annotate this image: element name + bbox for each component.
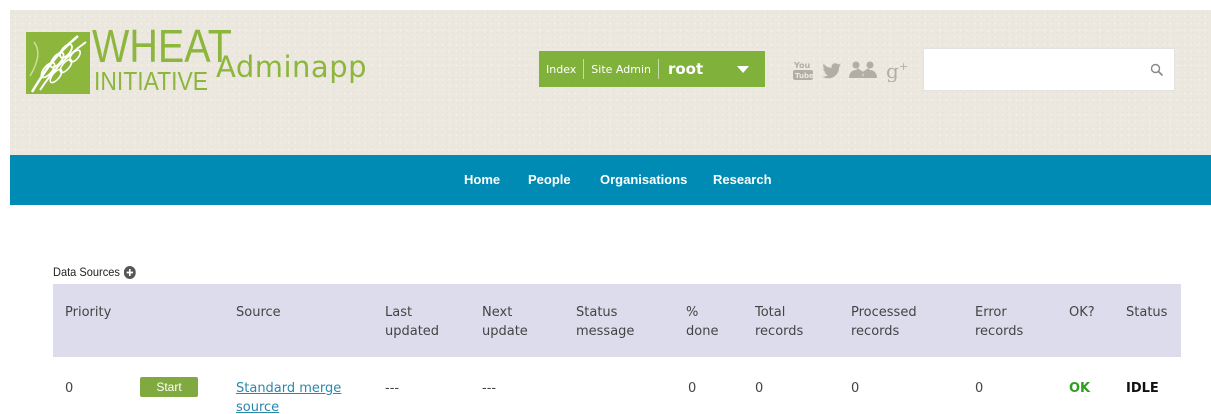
column-header-percent-done: % done xyxy=(686,305,719,339)
column-header-status-message: Status message xyxy=(576,305,635,339)
svg-text:You: You xyxy=(793,61,811,70)
logo-text-wheat[interactable]: WHEAT xyxy=(92,23,232,69)
google-plus-icon[interactable]: g + xyxy=(885,58,915,82)
logo-text-initiative[interactable]: INITIATIVE xyxy=(94,68,208,94)
nav-item-people[interactable]: People xyxy=(528,172,571,187)
cell-priority: 0 xyxy=(65,381,74,396)
add-circle-icon[interactable] xyxy=(123,265,136,279)
app-title: Adminapp xyxy=(216,50,368,84)
social-people-icon[interactable] xyxy=(848,58,878,82)
cell-error-records: 0 xyxy=(975,381,984,396)
cell-total-records: 0 xyxy=(755,381,764,396)
nav-item-organisations[interactable]: Organisations xyxy=(600,172,687,187)
start-button[interactable]: Start xyxy=(140,377,198,397)
cell-processed-records: 0 xyxy=(851,381,860,396)
column-header-status: Status xyxy=(1126,305,1168,320)
data-sources-label: Data Sources xyxy=(53,265,120,279)
chevron-down-icon[interactable] xyxy=(737,65,749,73)
svg-text:Tube: Tube xyxy=(795,72,814,80)
table-header: Priority Source Last updated Next update… xyxy=(53,284,1181,357)
cell-next-update: --- xyxy=(482,381,497,396)
admin-bar: Index Site Admin root xyxy=(539,51,765,87)
svg-text:+: + xyxy=(899,60,908,73)
main-nav: Home People Organisations Research xyxy=(10,155,1211,205)
cell-last-updated: --- xyxy=(385,381,400,396)
site-header: WHEAT INITIATIVE Adminapp Index Site Adm… xyxy=(10,10,1211,155)
index-link[interactable]: Index xyxy=(539,63,583,76)
source-link[interactable]: Standard merge source xyxy=(236,379,346,414)
youtube-icon[interactable]: You Tube xyxy=(792,58,814,82)
column-header-source: Source xyxy=(236,305,281,320)
nav-item-research[interactable]: Research xyxy=(713,172,772,187)
column-header-next-update: Next update xyxy=(482,305,528,339)
cell-percent-done: 0 xyxy=(688,381,697,396)
status-ok-badge: OK xyxy=(1069,381,1091,396)
wheat-logo-icon[interactable] xyxy=(26,32,90,94)
column-header-priority: Priority xyxy=(65,305,112,320)
user-menu-label[interactable]: root xyxy=(659,60,737,78)
column-header-error-records: Error records xyxy=(975,305,1024,339)
column-header-processed-records: Processed records xyxy=(851,305,917,339)
column-header-ok: OK? xyxy=(1069,305,1095,320)
data-sources-title: Data Sources xyxy=(53,265,136,279)
search-box xyxy=(923,48,1175,91)
column-header-total-records: Total records xyxy=(755,305,804,339)
search-icon[interactable] xyxy=(1150,63,1164,77)
svg-text:g: g xyxy=(886,59,899,82)
twitter-icon[interactable] xyxy=(821,58,843,82)
site-admin-link[interactable]: Site Admin xyxy=(584,63,658,76)
nav-item-home[interactable]: Home xyxy=(464,172,500,187)
column-header-last-updated: Last updated xyxy=(385,305,440,339)
search-input[interactable] xyxy=(924,49,1134,90)
status-idle-badge: IDLE xyxy=(1126,381,1159,396)
